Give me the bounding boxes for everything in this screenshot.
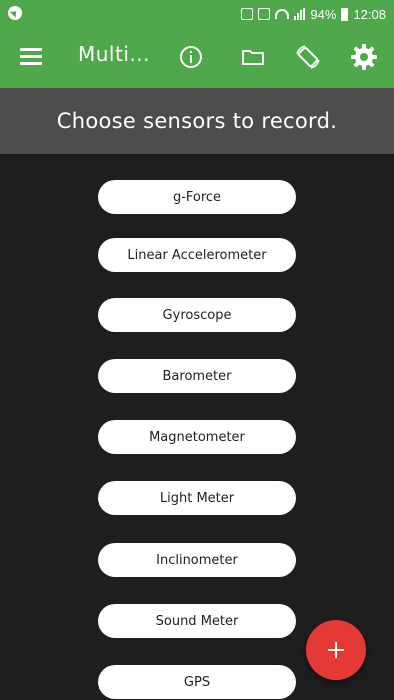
header-banner: Choose sensors to record. [0, 88, 394, 154]
menu-icon[interactable] [20, 48, 42, 66]
app-title: Multi... [78, 42, 150, 66]
status-bar: 94% 12:08 [0, 0, 394, 28]
app-bar: Multi... [0, 28, 394, 88]
navigation-icon [8, 6, 22, 20]
sensor-button-gps[interactable]: GPS [98, 665, 296, 699]
status-time: 12:08 [353, 6, 386, 22]
header-text: Choose sensors to record. [56, 109, 338, 133]
signal-icon [294, 8, 306, 20]
sensor-button-gyroscope[interactable]: Gyroscope [98, 298, 296, 332]
folder-icon[interactable] [238, 42, 268, 72]
sensor-button-inclinometer[interactable]: Inclinometer [98, 543, 296, 577]
sensor-button-g-force[interactable]: g-Force [98, 180, 296, 214]
plus-icon [328, 642, 344, 658]
settings-icon[interactable] [349, 42, 379, 72]
wifi-icon [275, 9, 290, 19]
sensor-button-linear-accelerometer[interactable]: Linear Accelerometer [98, 238, 296, 272]
sensor-button-light-meter[interactable]: Light Meter [98, 481, 296, 515]
sensor-button-barometer[interactable]: Barometer [98, 359, 296, 393]
screen-rotation-icon[interactable] [293, 42, 323, 72]
battery-percent: 94% [310, 6, 337, 22]
sensor-list: g-Force Linear Accelerometer Gyroscope B… [0, 154, 394, 700]
sensor-button-sound-meter[interactable]: Sound Meter [98, 604, 296, 638]
status-icons: 94% 12:08 [241, 0, 386, 28]
sensor-button-magnetometer[interactable]: Magnetometer [98, 420, 296, 454]
battery-icon [341, 7, 349, 21]
notification-icon [258, 8, 271, 20]
add-fab-button[interactable] [306, 620, 366, 680]
alarm-icon [241, 8, 254, 20]
info-icon[interactable] [176, 42, 206, 72]
